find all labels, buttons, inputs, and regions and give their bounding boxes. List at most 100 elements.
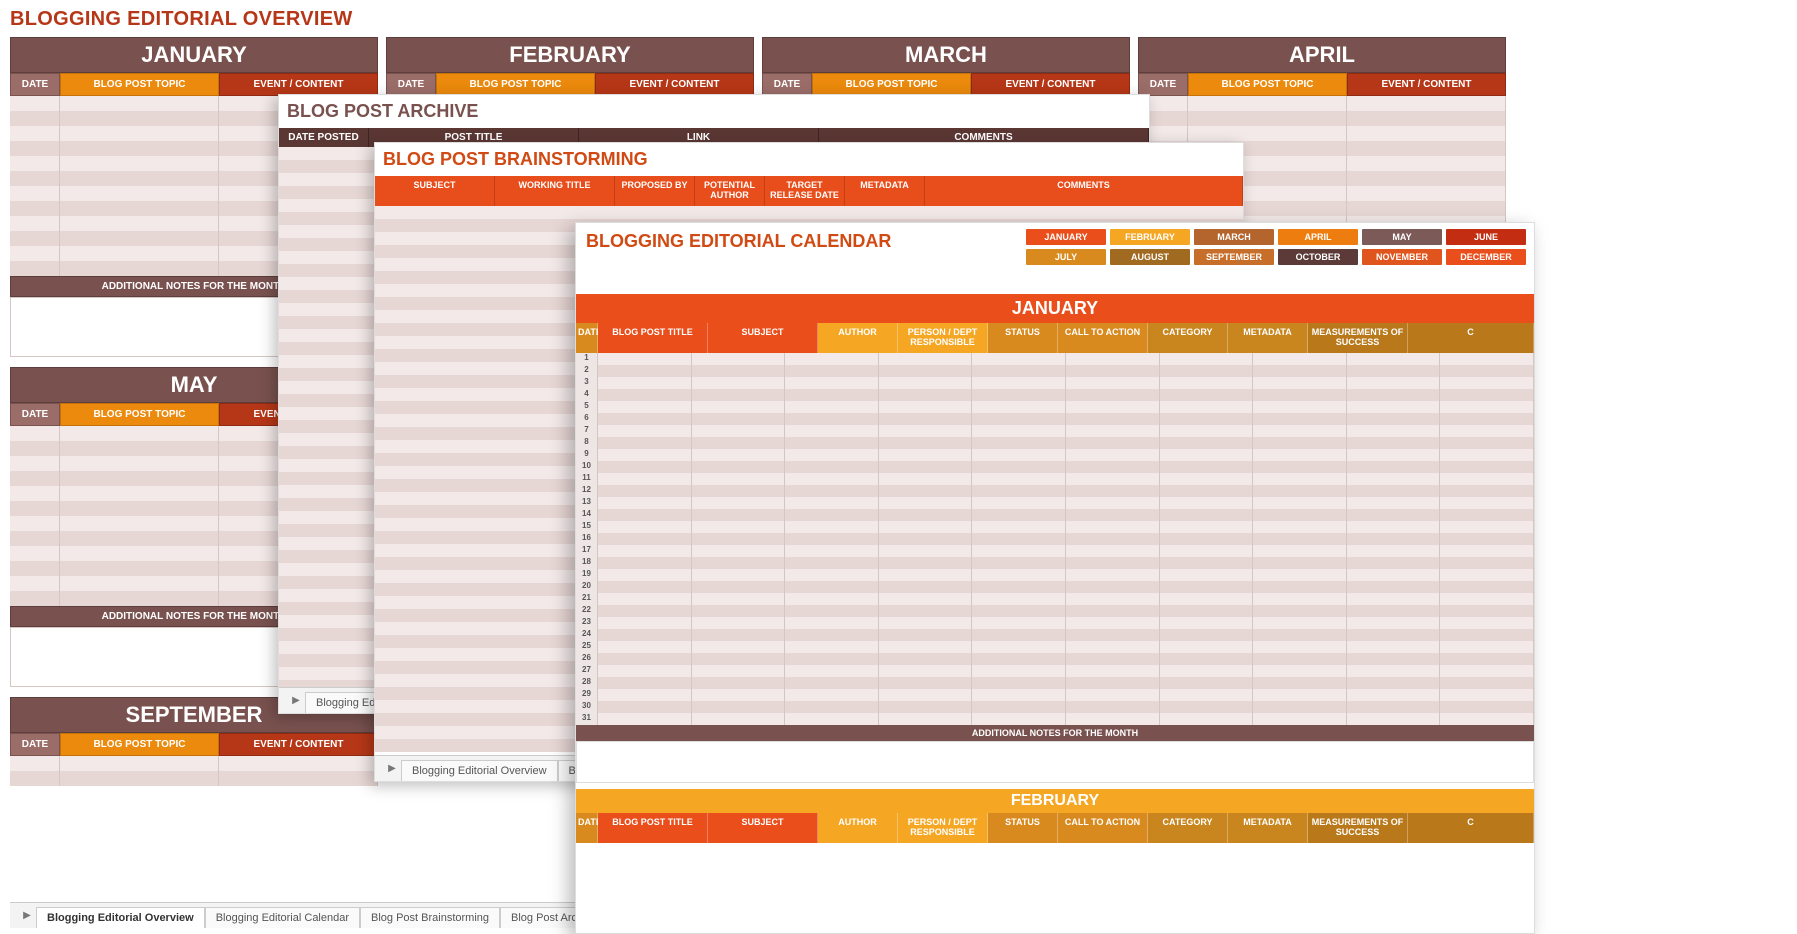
- calendar-day-row[interactable]: 17: [576, 545, 1534, 557]
- tab-arrow-icon[interactable]: ▶: [287, 695, 305, 706]
- col-topic: BLOG POST TOPIC: [812, 73, 971, 96]
- calendar-notes-label: ADDITIONAL NOTES FOR THE MONTH: [576, 725, 1534, 741]
- calendar-day-row[interactable]: 10: [576, 461, 1534, 473]
- brainstorm-col-proposed-by: PROPOSED BY: [615, 176, 695, 206]
- day-number: 16: [576, 533, 598, 545]
- day-number: 1: [576, 353, 598, 365]
- day-number: 30: [576, 701, 598, 713]
- day-number: 14: [576, 509, 598, 521]
- calendar-day-row[interactable]: 13: [576, 497, 1534, 509]
- calendar-day-row[interactable]: 16: [576, 533, 1534, 545]
- calendar-day-row[interactable]: 8: [576, 437, 1534, 449]
- day-number: 19: [576, 569, 598, 581]
- day-number: 18: [576, 557, 598, 569]
- calendar-header-row-2: DATEBLOG POST TITLESUBJECTAUTHORPERSON /…: [576, 813, 1534, 843]
- calendar-day-rows: 1234567891011121314151617181920212223242…: [576, 353, 1534, 725]
- calendar-day-row[interactable]: 28: [576, 677, 1534, 689]
- sheet-tab[interactable]: Blogging Editorial Overview: [36, 907, 205, 928]
- table-row[interactable]: [1138, 126, 1506, 141]
- calendar-day-row[interactable]: 21: [576, 593, 1534, 605]
- calendar-next-month: FEBRUARY: [576, 789, 1534, 813]
- col-event: EVENT / CONTENT: [1347, 73, 1506, 96]
- tab-arrow-icon[interactable]: ▶: [18, 910, 36, 921]
- calendar-col-header: C: [1408, 323, 1534, 353]
- day-number: 4: [576, 389, 598, 401]
- day-number: 10: [576, 461, 598, 473]
- day-number: 6: [576, 413, 598, 425]
- month-header-row: DATE BLOG POST TOPIC EVENT / CONTENT: [10, 73, 378, 96]
- calendar-day-row[interactable]: 23: [576, 617, 1534, 629]
- calendar-col-header: METADATA: [1228, 323, 1308, 353]
- col-topic: BLOG POST TOPIC: [436, 73, 595, 96]
- calendar-day-row[interactable]: 1: [576, 353, 1534, 365]
- calendar-day-row[interactable]: 9: [576, 449, 1534, 461]
- calendar-day-row[interactable]: 31: [576, 713, 1534, 725]
- month-tab[interactable]: FEBRUARY: [1110, 229, 1190, 245]
- month-body: [10, 756, 378, 786]
- month-tab[interactable]: SEPTEMBER: [1194, 249, 1274, 265]
- calendar-col-header: AUTHOR: [818, 323, 898, 353]
- month-tab[interactable]: NOVEMBER: [1362, 249, 1442, 265]
- month-tab[interactable]: AUGUST: [1110, 249, 1190, 265]
- col-topic: BLOG POST TOPIC: [60, 403, 219, 426]
- brainstorm-header-row: SUBJECT WORKING TITLE PROPOSED BY POTENT…: [375, 176, 1243, 206]
- calendar-current-month: JANUARY: [576, 294, 1534, 323]
- col-date: DATE: [10, 73, 60, 96]
- calendar-day-row[interactable]: 19: [576, 569, 1534, 581]
- calendar-col-header: BLOG POST TITLE: [598, 323, 708, 353]
- day-number: 24: [576, 629, 598, 641]
- calendar-day-row[interactable]: 30: [576, 701, 1534, 713]
- table-row[interactable]: [1138, 96, 1506, 111]
- calendar-day-row[interactable]: 18: [576, 557, 1534, 569]
- overview-sheet-tabs: ▶ Blogging Editorial OverviewBlogging Ed…: [10, 902, 650, 928]
- calendar-day-row[interactable]: 24: [576, 629, 1534, 641]
- calendar-day-row[interactable]: 14: [576, 509, 1534, 521]
- month-tab[interactable]: JUNE: [1446, 229, 1526, 245]
- day-number: 15: [576, 521, 598, 533]
- table-row[interactable]: [375, 206, 1243, 219]
- calendar-day-row[interactable]: 4: [576, 389, 1534, 401]
- day-number: 13: [576, 497, 598, 509]
- calendar-col-header: SUBJECT: [708, 813, 818, 843]
- month-title: MARCH: [762, 37, 1130, 73]
- tab-arrow-icon[interactable]: ▶: [383, 763, 401, 774]
- month-tab[interactable]: DECEMBER: [1446, 249, 1526, 265]
- calendar-col-header: PERSON / DEPT RESPONSIBLE: [898, 813, 988, 843]
- month-tab[interactable]: JANUARY: [1026, 229, 1106, 245]
- calendar-notes-area[interactable]: [576, 741, 1534, 783]
- calendar-day-row[interactable]: 6: [576, 413, 1534, 425]
- calendar-day-row[interactable]: 11: [576, 473, 1534, 485]
- month-tab[interactable]: JULY: [1026, 249, 1106, 265]
- calendar-day-row[interactable]: 12: [576, 485, 1534, 497]
- month-tab[interactable]: MARCH: [1194, 229, 1274, 245]
- sheet-tab[interactable]: Blog Post Brainstorming: [360, 907, 500, 928]
- month-tab[interactable]: MAY: [1362, 229, 1442, 245]
- calendar-day-row[interactable]: 25: [576, 641, 1534, 653]
- day-number: 12: [576, 485, 598, 497]
- calendar-day-row[interactable]: 20: [576, 581, 1534, 593]
- day-number: 11: [576, 473, 598, 485]
- day-number: 20: [576, 581, 598, 593]
- calendar-day-row[interactable]: 7: [576, 425, 1534, 437]
- month-tab[interactable]: OCTOBER: [1278, 249, 1358, 265]
- calendar-col-header: SUBJECT: [708, 323, 818, 353]
- calendar-day-row[interactable]: 5: [576, 401, 1534, 413]
- day-number: 25: [576, 641, 598, 653]
- calendar-day-row[interactable]: 2: [576, 365, 1534, 377]
- month-tab[interactable]: APRIL: [1278, 229, 1358, 245]
- table-row[interactable]: [1138, 111, 1506, 126]
- calendar-col-header: CALL TO ACTION: [1058, 813, 1148, 843]
- sheet-tab[interactable]: Blogging Editorial Overview: [401, 760, 558, 781]
- calendar-day-row[interactable]: 15: [576, 521, 1534, 533]
- calendar-day-row[interactable]: 22: [576, 605, 1534, 617]
- col-event: EVENT / CONTENT: [219, 73, 378, 96]
- table-row[interactable]: [10, 771, 378, 786]
- calendar-day-row[interactable]: 3: [576, 377, 1534, 389]
- calendar-day-row[interactable]: 26: [576, 653, 1534, 665]
- calendar-day-row[interactable]: 27: [576, 665, 1534, 677]
- sheet-tab[interactable]: Blogging Editorial Calendar: [205, 907, 360, 928]
- table-row[interactable]: [10, 756, 378, 771]
- calendar-day-row[interactable]: 29: [576, 689, 1534, 701]
- col-date: DATE: [1138, 73, 1188, 96]
- calendar-sheet: BLOGGING EDITORIAL CALENDAR JANUARYFEBRU…: [575, 222, 1535, 934]
